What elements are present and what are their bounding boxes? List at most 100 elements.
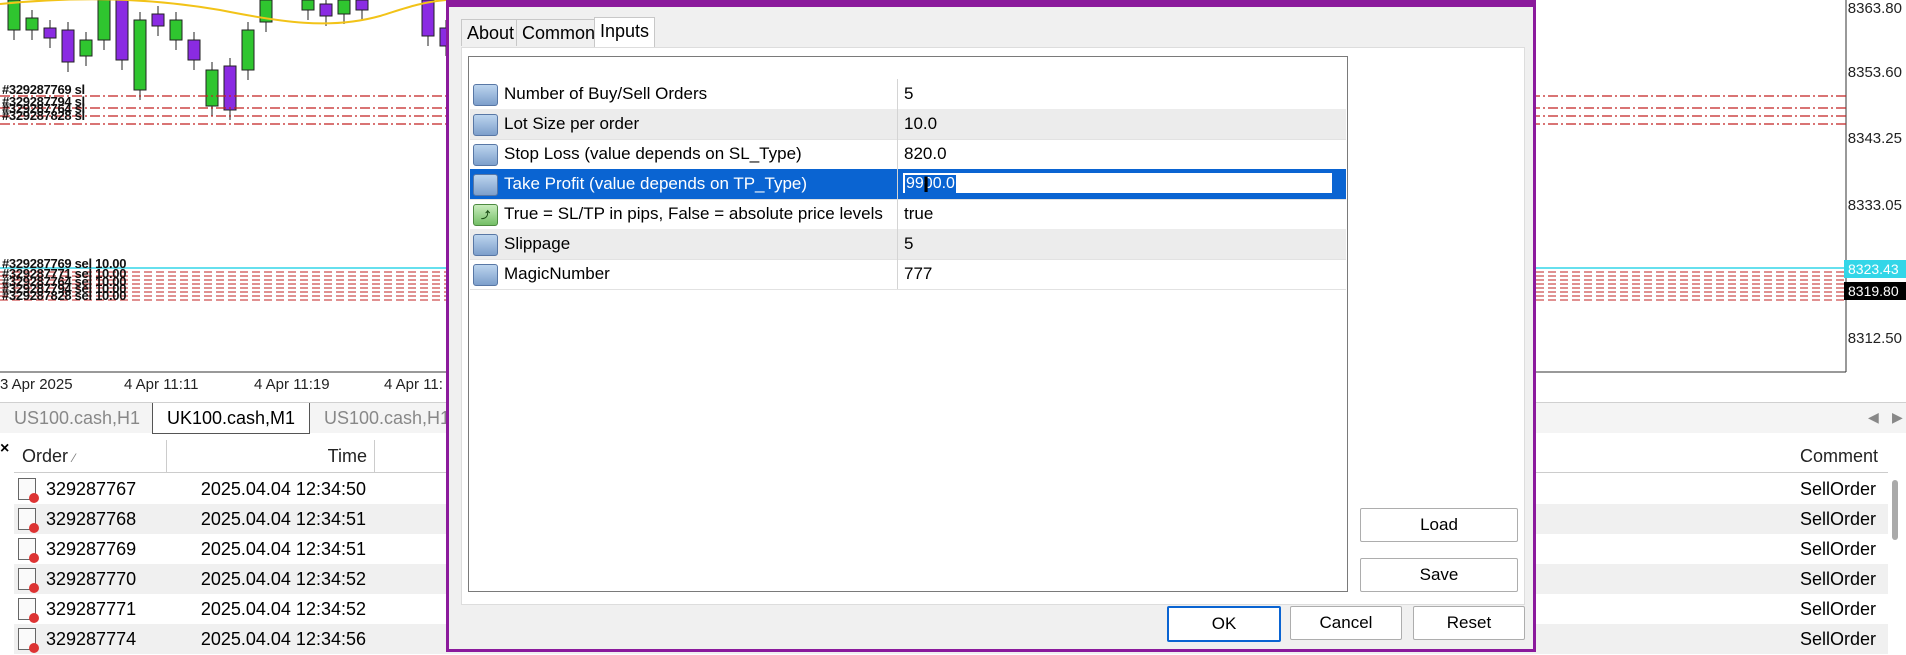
moving-average-line — [0, 0, 447, 25]
order-comment-cell: SellOrder — [1800, 599, 1877, 619]
order-comment-cell: SellOrder — [1800, 509, 1877, 529]
candle-body — [421, 0, 435, 37]
candle-body — [25, 17, 39, 31]
cancel-button[interactable]: Cancel — [1290, 606, 1402, 640]
integer-type-icon — [473, 264, 498, 286]
pending-order-icon — [18, 538, 39, 563]
param-name: Take Profit (value depends on TP_Type) — [504, 174, 808, 193]
order-id-cell: 329287770 — [46, 569, 137, 589]
param-value[interactable]: 5 — [904, 79, 913, 109]
param-value[interactable]: true — [904, 199, 933, 229]
tab-common[interactable]: Common — [516, 19, 602, 46]
column-header-time[interactable]: Time — [166, 440, 367, 472]
param-name: Lot Size per order — [504, 114, 640, 133]
column-divider — [897, 259, 898, 289]
order-comment-cell: SellOrder — [1800, 569, 1877, 589]
column-divider — [897, 229, 898, 259]
param-name: Stop Loss (value depends on SL_Type) — [504, 144, 802, 163]
candle-body — [319, 3, 333, 17]
param-value[interactable]: 820.0 — [904, 139, 947, 169]
candle-body — [115, 0, 129, 61]
order-comment-cell: SellOrder — [1800, 479, 1877, 499]
price-axis-label: 8363.80 — [1847, 0, 1902, 17]
candle-body — [301, 0, 315, 11]
price-axis-label: 8353.60 — [1847, 64, 1902, 81]
candle-body — [79, 39, 93, 57]
input-param-row[interactable]: Number of Buy/Sell Orders 5 — [470, 79, 1346, 110]
candle-body — [7, 0, 21, 31]
time-axis-label: 4 Apr 11:11 — [124, 376, 199, 393]
candle-body — [223, 65, 237, 111]
double-type-icon — [473, 174, 498, 196]
param-value[interactable]: 5 — [904, 229, 913, 259]
candle-body — [187, 39, 201, 61]
tab-inputs[interactable]: Inputs — [594, 17, 656, 48]
candle-body — [169, 19, 183, 41]
input-param-row[interactable]: Slippage 5 — [470, 229, 1346, 260]
order-id-cell: 329287774 — [46, 629, 137, 649]
input-param-row[interactable]: MagicNumber 777 — [470, 259, 1346, 290]
order-time-cell: 2025.04.04 12:34:51 — [200, 509, 366, 529]
column-divider — [897, 109, 898, 139]
scrollbar-thumb[interactable] — [1892, 480, 1898, 540]
order-comment-cell: SellOrder — [1800, 629, 1877, 649]
order-time-cell: 2025.04.04 12:34:52 — [200, 569, 366, 589]
inputs-grid: Number of Buy/Sell Orders 5 Lot Size per o… — [468, 56, 1348, 592]
ok-button[interactable]: OK — [1167, 606, 1281, 642]
column-divider — [897, 199, 898, 229]
close-icon[interactable]: × — [0, 440, 9, 458]
param-name: Slippage — [504, 234, 571, 253]
column-divider — [897, 169, 898, 199]
param-name: True = SL/TP in pips, False = absolute p… — [504, 204, 883, 223]
order-sell-label: #329287828 sel 10.00 — [2, 288, 127, 303]
candle-body — [355, 0, 369, 11]
time-axis-label: 4 Apr 11:19 — [254, 376, 330, 393]
double-type-icon — [473, 114, 498, 136]
scroll-right-icon[interactable]: ▶ — [1892, 409, 1903, 426]
chart-tab-active[interactable]: UK100.cash,M1 — [152, 403, 311, 434]
param-name: MagicNumber — [504, 264, 610, 283]
order-time-cell: 2025.04.04 12:34:51 — [200, 539, 366, 559]
price-axis-label: 8312.50 — [1847, 330, 1902, 347]
pending-order-icon — [18, 568, 39, 593]
save-button[interactable]: Save — [1360, 558, 1518, 592]
input-param-row[interactable]: ⤴ True = SL/TP in pips, False = absolute … — [470, 199, 1346, 230]
order-comment-cell: SellOrder — [1800, 539, 1877, 559]
param-value[interactable]: 10.0 — [904, 109, 937, 139]
integer-type-icon — [473, 234, 498, 256]
column-header-comment[interactable]: Comment — [1800, 440, 1878, 472]
pending-order-icon — [18, 598, 39, 623]
price-axis-label: 8343.25 — [1847, 130, 1902, 147]
tab-about[interactable]: About — [461, 19, 521, 46]
param-value[interactable]: 777 — [904, 259, 932, 289]
chart-tab[interactable]: US100.cash,H1 — [0, 403, 154, 433]
load-button[interactable]: Load — [1360, 508, 1518, 542]
boolean-type-icon: ⤴ — [473, 204, 498, 226]
text-cursor-icon: I — [923, 172, 930, 197]
param-name: Number of Buy/Sell Orders — [504, 84, 708, 103]
order-id-cell: 329287769 — [46, 539, 137, 559]
column-divider — [897, 79, 898, 109]
inputs-panel: Number of Buy/Sell Orders 5 Lot Size per o… — [461, 47, 1525, 605]
input-param-row[interactable]: Lot Size per order 10.0 — [470, 109, 1346, 140]
pending-order-icon — [18, 478, 39, 503]
candle-body — [337, 0, 351, 15]
order-time-cell: 2025.04.04 12:34:50 — [200, 479, 366, 499]
column-header-order[interactable]: Order ⁄ — [22, 440, 75, 474]
input-param-row[interactable]: Stop Loss (value depends on SL_Type) 820.… — [470, 139, 1346, 170]
column-divider — [897, 139, 898, 169]
scroll-left-icon[interactable]: ◀ — [1868, 409, 1879, 426]
candle-body — [151, 13, 165, 27]
candle-body — [133, 19, 147, 91]
candle-body — [241, 29, 255, 71]
order-id-cell: 329287768 — [46, 509, 137, 529]
order-id-cell: 329287767 — [46, 479, 137, 499]
chart-tab[interactable]: US100.cash,H1 — [310, 403, 464, 433]
order-time-cell: 2025.04.04 12:34:56 — [200, 629, 366, 649]
pending-order-icon — [18, 628, 39, 653]
candle-body — [97, 0, 111, 41]
reset-button[interactable]: Reset — [1413, 606, 1525, 640]
param-value-editor[interactable]: 9900.0 I — [901, 171, 1334, 197]
order-time-cell: 2025.04.04 12:34:52 — [200, 599, 366, 619]
input-param-row[interactable]: Take Profit (value depends on TP_Type) 99… — [470, 169, 1346, 200]
